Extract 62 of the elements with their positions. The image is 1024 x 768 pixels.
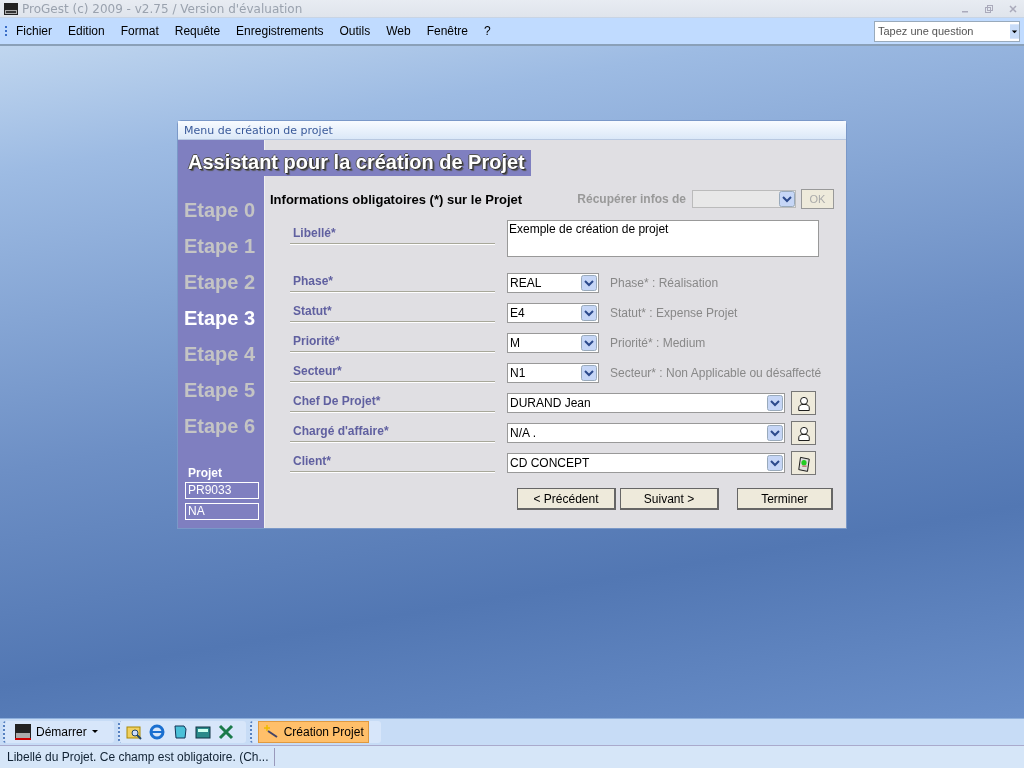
- field-label: Statut*: [290, 304, 495, 322]
- app-logo-icon: [4, 2, 18, 15]
- spreadsheet-icon[interactable]: [217, 724, 234, 740]
- fetch-label: Récupérer infos de: [577, 192, 686, 206]
- dropdown-field[interactable]: M: [507, 333, 599, 353]
- dropdown-field[interactable]: E4: [507, 303, 599, 323]
- project-field: PR9033: [185, 482, 259, 499]
- wizard-button[interactable]: Suivant >: [620, 488, 719, 510]
- client-picker-button[interactable]: [791, 451, 816, 475]
- menu-item[interactable]: Web: [386, 24, 411, 38]
- window-title: ProGest (c) 2009 - v2.75 / Version d'évaluation: [22, 1, 303, 16]
- wand-icon: [262, 724, 279, 740]
- field-description: Phase* : Réalisation: [610, 276, 719, 290]
- dropdown-field[interactable]: DURAND Jean: [507, 393, 785, 413]
- card-icon: [796, 454, 811, 472]
- wizard-button[interactable]: < Précédent: [517, 488, 616, 510]
- field-label: Chef De Projet*: [290, 394, 495, 412]
- text-area[interactable]: Exemple de création de projet: [507, 220, 819, 257]
- step-label: Etape 4: [183, 342, 257, 367]
- menu-item[interactable]: Enregistrements: [236, 24, 324, 38]
- menu-item[interactable]: Format: [120, 24, 159, 38]
- project-field: NA: [185, 503, 259, 520]
- caret-icon: [91, 730, 98, 734]
- step-label: Etape 6: [183, 414, 257, 439]
- field-label: Secteur*: [290, 364, 495, 382]
- step-label: Etape 2: [183, 270, 257, 295]
- field-label: Phase*: [290, 274, 495, 292]
- step-label: Etape 0: [183, 198, 257, 223]
- field-description: Priorité* : Medium: [610, 336, 706, 350]
- task-button[interactable]: Création Projet: [257, 721, 369, 743]
- app-logo-icon: [15, 724, 31, 740]
- menu-item[interactable]: Edition: [68, 24, 105, 38]
- person-picker-button[interactable]: [791, 391, 816, 415]
- folder-search-icon[interactable]: [125, 724, 142, 740]
- menu-item[interactable]: Fenêtre: [426, 24, 468, 38]
- menu-item[interactable]: Fichier: [16, 24, 52, 38]
- dropdown-field[interactable]: N1: [507, 363, 599, 383]
- step-label: Etape 1: [183, 234, 257, 259]
- start-button[interactable]: Démarrer: [11, 721, 102, 743]
- field-label: Libellé*: [290, 226, 495, 244]
- section-title: Informations obligatoires (*) sur le Projet: [270, 191, 523, 207]
- field-label: Client*: [290, 454, 495, 472]
- person-icon: [796, 394, 811, 412]
- field-label: Priorité*: [290, 334, 495, 352]
- field-description: Secteur* : Non Applicable ou désaffecté: [610, 366, 822, 380]
- menu-item[interactable]: Requête: [174, 24, 221, 38]
- menu-item[interactable]: ?: [484, 24, 491, 38]
- dropdown-field[interactable]: CD CONCEPT: [507, 453, 785, 473]
- person-icon: [796, 424, 811, 442]
- field-description: Statut* : Expense Projet: [610, 306, 738, 320]
- step-label: Etape 3: [183, 306, 257, 331]
- step-label: Etape 5: [183, 378, 257, 403]
- person-picker-button[interactable]: [791, 421, 816, 445]
- dropdown-field[interactable]: N/A .: [507, 423, 785, 443]
- grip-icon: [5, 25, 8, 37]
- project-label: Projet: [188, 466, 223, 480]
- menu-item[interactable]: Outils: [339, 24, 371, 38]
- dialog-title: Menu de création de projet: [184, 123, 333, 137]
- field-label: Chargé d'affaire*: [290, 424, 495, 442]
- dropdown-field[interactable]: REAL: [507, 273, 599, 293]
- status-text: Libellé du Projet. Ce champ est obligatoire. (Ch...: [0, 748, 275, 766]
- wizard-button[interactable]: Terminer: [737, 488, 833, 510]
